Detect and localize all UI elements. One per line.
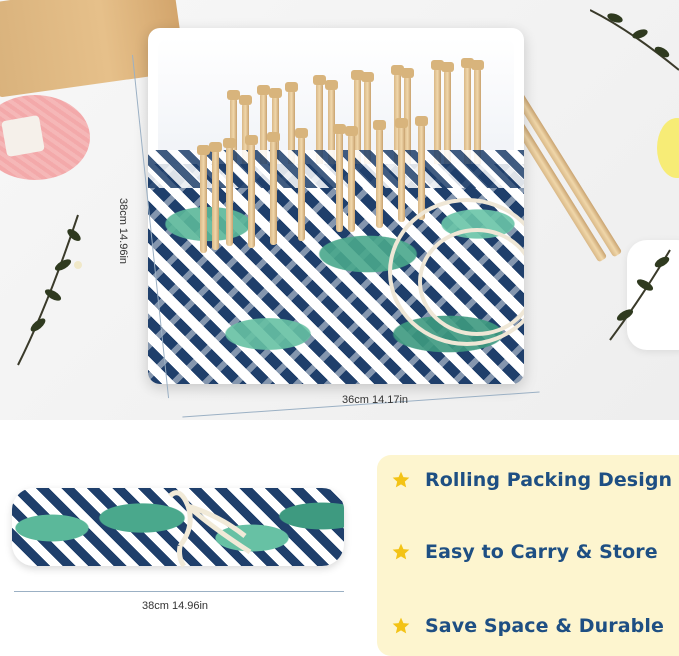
rope-tie (418, 228, 524, 336)
feature-item-rolling-packing: Rolling Packing Design (391, 469, 672, 491)
flower-sprig-right (609, 249, 671, 341)
yellow-yarn-ball (657, 118, 679, 178)
flower-sprig-left (17, 214, 82, 366)
needle (209, 142, 222, 250)
needle (333, 124, 346, 232)
star-icon (392, 471, 410, 488)
rope-bow (168, 490, 252, 568)
feature-label: Rolling Packing Design (425, 469, 673, 491)
needle-case-open (148, 28, 524, 384)
needle (197, 145, 210, 253)
needle (345, 126, 358, 232)
needle (373, 120, 386, 228)
width-dimension-label: 36cm 14.17in (342, 394, 409, 406)
needle (245, 135, 258, 248)
feature-item-save-space: Save Space & Durable (391, 615, 664, 637)
length-dimension-label: 38cm 14.96in (142, 600, 209, 612)
loose-needle (507, 82, 623, 258)
flower-sprig-top-right (590, 9, 679, 71)
feature-panel: Rolling Packing Design Easy to Carry & S… (377, 455, 679, 656)
needle (223, 138, 236, 246)
product-photo-open: 38cm 14.96in 36cm 14.17in (0, 0, 679, 420)
yarn-label (1, 114, 45, 158)
feature-item-easy-carry: Easy to Carry & Store (391, 541, 658, 563)
needle (395, 118, 408, 222)
needle (267, 132, 280, 245)
height-dimension-label: 38cm 14.96in (117, 197, 130, 265)
length-dimension-line (14, 591, 344, 592)
feature-label: Save Space & Durable (425, 615, 664, 637)
star-icon (392, 617, 410, 634)
star-icon (392, 543, 410, 560)
feature-label: Easy to Carry & Store (425, 541, 658, 563)
needle (295, 128, 308, 241)
needle (415, 116, 428, 220)
